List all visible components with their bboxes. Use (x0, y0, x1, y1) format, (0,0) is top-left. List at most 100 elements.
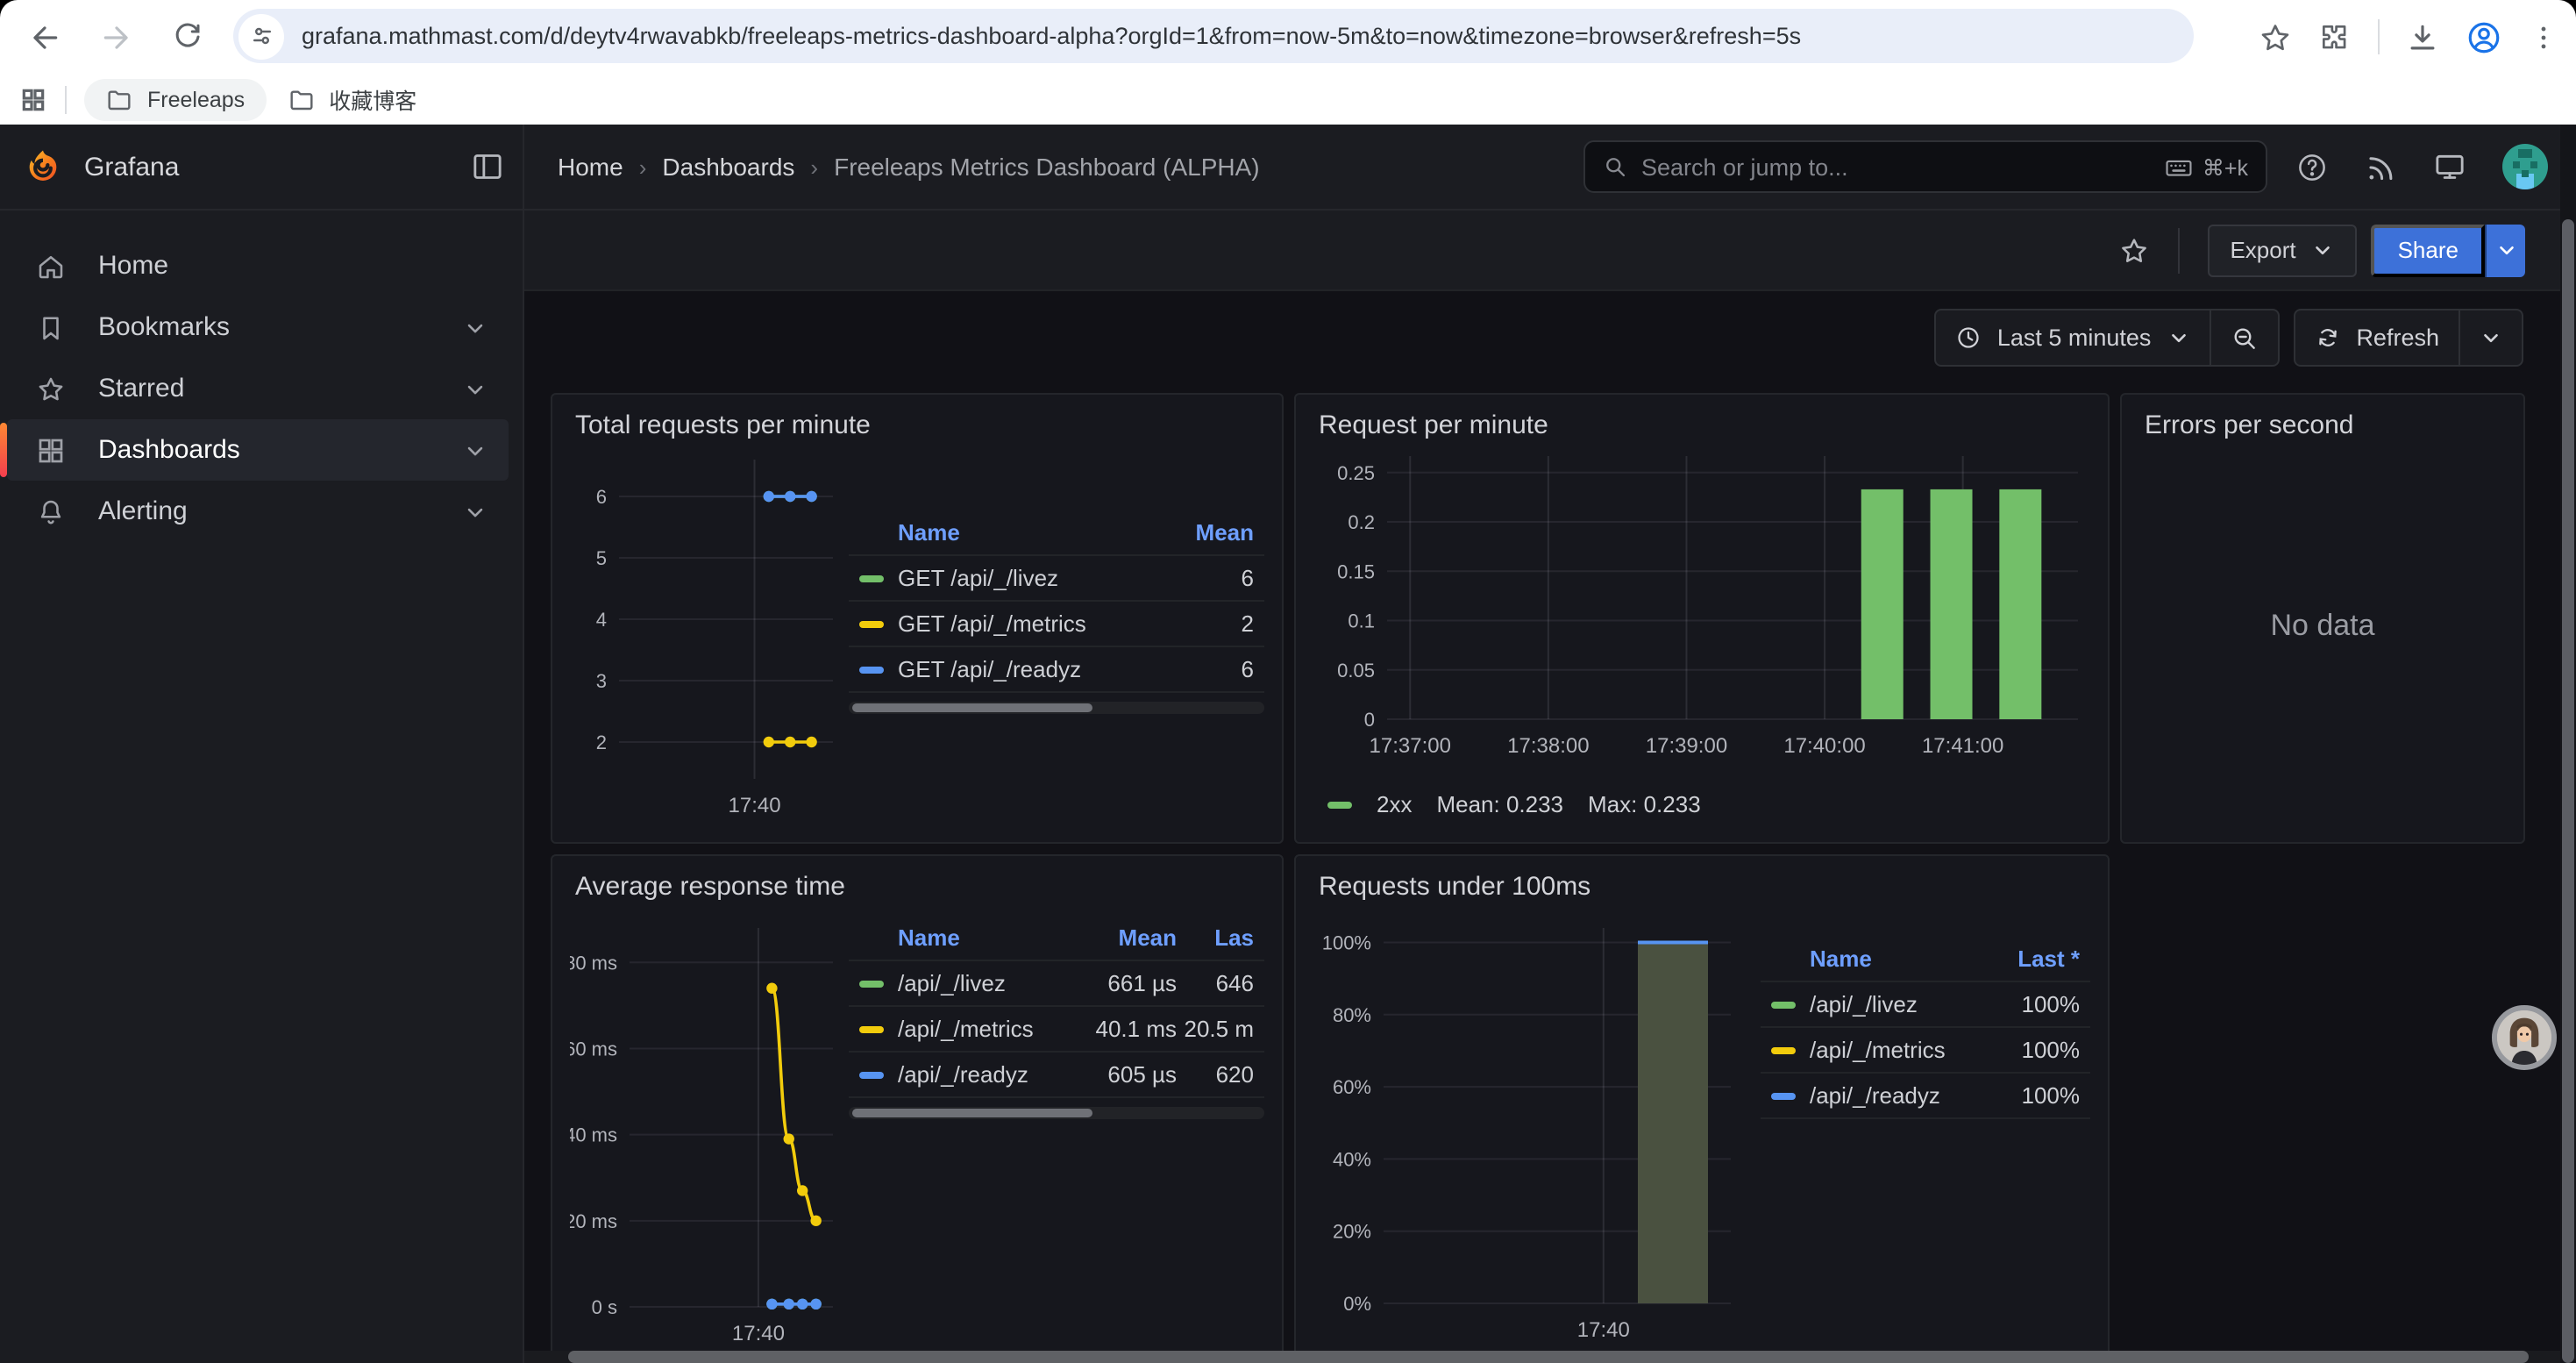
news-rss-icon[interactable] (2364, 150, 2397, 183)
panel-title[interactable]: Errors per second (2122, 395, 2523, 446)
legend-header: Name Last * (1761, 935, 2090, 981)
bookmark-star-icon[interactable] (2259, 20, 2292, 54)
apps-grid-icon[interactable] (19, 85, 47, 113)
search-input[interactable] (1627, 153, 2164, 180)
mega-menu-toggle-icon[interactable] (470, 149, 505, 184)
panel-title[interactable]: Average response time (552, 856, 1282, 907)
horizontal-scrollbar-thumb[interactable] (568, 1351, 2529, 1363)
sidebar-item-home[interactable]: Home (7, 235, 509, 296)
zoom-out-button[interactable] (2210, 310, 2277, 365)
series-name[interactable]: 2xx (1377, 791, 1412, 817)
sidebar-item-bookmarks[interactable]: Bookmarks (7, 296, 509, 358)
requests-under-100ms-chart[interactable]: 0%20%40%60%80%100%17:40 (1313, 907, 1743, 1352)
forward-icon[interactable] (100, 20, 133, 54)
tv-mode-icon[interactable] (2432, 149, 2467, 184)
chevron-down-icon[interactable] (463, 376, 487, 401)
bookmark-icon (35, 311, 70, 343)
horizontal-scrollbar[interactable] (524, 1351, 2560, 1363)
series-last: 646 (1177, 970, 1254, 996)
legend-row[interactable]: 2xx Mean: 0.233 Max: 0.233 (1313, 781, 1708, 817)
export-label: Export (2230, 237, 2295, 263)
panel-title[interactable]: Total requests per minute (552, 395, 1282, 446)
legend-row[interactable]: /api/_/readyz 100% (1761, 1072, 2090, 1119)
legend-scrollbar[interactable] (849, 702, 1264, 714)
chevron-down-icon[interactable] (463, 315, 487, 339)
refresh-button[interactable]: Refresh (2295, 310, 2459, 365)
series-swatch (1771, 1001, 1796, 1008)
help-icon[interactable] (2295, 150, 2329, 183)
series-name[interactable]: /api/_/livez (1810, 991, 1989, 1017)
legend-row[interactable]: /api/_/livez 100% (1761, 981, 2090, 1026)
series-name[interactable]: GET /api/_/metrics (898, 610, 1156, 637)
legend-row[interactable]: GET /api/_/livez 6 (849, 554, 1264, 600)
panel-title[interactable]: Request per minute (1296, 395, 2108, 446)
legend-row[interactable]: /api/_/metrics 100% (1761, 1026, 2090, 1072)
legend-row[interactable]: GET /api/_/metrics 2 (849, 600, 1264, 646)
search-box[interactable]: ⌘+k (1583, 140, 2267, 193)
user-avatar[interactable] (2502, 144, 2548, 189)
total-requests-chart[interactable]: 2345617:40 (570, 446, 838, 823)
sidebar-item-alerting[interactable]: Alerting (7, 481, 509, 542)
profile-icon[interactable] (2466, 18, 2502, 55)
url-bar[interactable] (233, 9, 2194, 63)
chevron-down-icon[interactable] (463, 499, 487, 524)
vertical-scrollbar[interactable] (2560, 125, 2576, 1363)
breadcrumb-home[interactable]: Home (558, 153, 623, 181)
legend-col-name[interactable]: Name (1771, 945, 1989, 971)
refresh-label: Refresh (2356, 325, 2439, 351)
series-name[interactable]: /api/_/readyz (898, 1061, 1068, 1088)
url-input[interactable] (284, 23, 2194, 49)
series-name[interactable]: /api/_/metrics (898, 1016, 1068, 1042)
legend-col-mean[interactable]: Mean (1068, 924, 1177, 950)
refresh-interval-caret[interactable] (2460, 310, 2522, 365)
legend-col-last[interactable]: Las (1177, 924, 1254, 950)
bookmark-folder-freeleaps[interactable]: Freeleaps (84, 78, 266, 120)
legend-row[interactable]: /api/_/livez 661 µs 646 (849, 960, 1264, 1005)
legend-row[interactable]: /api/_/readyz 605 µs 620 (849, 1051, 1264, 1098)
legend-col-last[interactable]: Last * (1989, 945, 2080, 971)
export-button[interactable]: Export (2207, 224, 2357, 276)
grafana-logo[interactable] (23, 146, 63, 187)
series-last: 620 (1177, 1061, 1254, 1088)
legend-row[interactable]: /api/_/metrics 40.1 ms 20.5 m (849, 1005, 1264, 1051)
favorite-star-icon[interactable] (2117, 234, 2149, 266)
dashboard-canvas: Last 5 minutes Refresh (524, 291, 2576, 1363)
average-response-time-chart[interactable]: 0 s20 ms40 ms60 ms80 ms17:40 (570, 907, 838, 1352)
star-icon (35, 373, 70, 404)
breadcrumb-dashboards[interactable]: Dashboards (662, 153, 794, 181)
legend-row[interactable]: GET /api/_/readyz 6 (849, 646, 1264, 693)
vertical-scrollbar-thumb[interactable] (2562, 219, 2574, 1363)
sidebar-item-dashboards[interactable]: Dashboards (7, 419, 509, 481)
back-icon[interactable] (28, 20, 61, 54)
series-name[interactable]: /api/_/livez (898, 970, 1068, 996)
download-icon[interactable] (2406, 20, 2439, 54)
extensions-icon[interactable] (2318, 20, 2352, 54)
zoom-out-icon (2230, 324, 2258, 352)
sidebar-item-starred[interactable]: Starred (7, 358, 509, 419)
legend-col-mean[interactable]: Mean (1156, 518, 1254, 545)
share-menu-caret[interactable] (2485, 224, 2525, 276)
bookmark-folder-blogs[interactable]: 收藏博客 (266, 78, 438, 120)
svg-text:0.1: 0.1 (1348, 610, 1375, 632)
panel-title[interactable]: Requests under 100ms (1296, 856, 2108, 907)
chevron-down-icon[interactable] (463, 438, 487, 462)
series-name[interactable]: GET /api/_/readyz (898, 656, 1156, 682)
site-settings-icon[interactable] (238, 13, 284, 59)
time-range-picker[interactable]: Last 5 minutes (1936, 310, 2210, 365)
legend-col-name[interactable]: Name (859, 518, 1156, 545)
browser-chrome: Freeleaps 收藏博客 (0, 0, 2576, 125)
legend-scrollbar[interactable] (849, 1107, 1264, 1119)
legend-col-name[interactable]: Name (859, 924, 1068, 950)
series-mean: 6 (1156, 565, 1254, 591)
legend-header: Name Mean Las (849, 914, 1264, 960)
series-name[interactable]: GET /api/_/livez (898, 565, 1156, 591)
series-name[interactable]: /api/_/metrics (1810, 1037, 1989, 1063)
reload-icon[interactable] (172, 21, 203, 53)
browser-menu-icon[interactable] (2529, 22, 2558, 52)
share-button[interactable]: Share (2372, 224, 2485, 276)
series-name[interactable]: /api/_/readyz (1810, 1082, 1989, 1109)
search-icon (1603, 154, 1627, 179)
series-mean: 2 (1156, 610, 1254, 637)
request-per-minute-chart[interactable]: 00.050.10.150.20.2517:37:0017:38:0017:39… (1313, 446, 2094, 781)
assistant-avatar-widget[interactable] (2492, 1005, 2557, 1070)
